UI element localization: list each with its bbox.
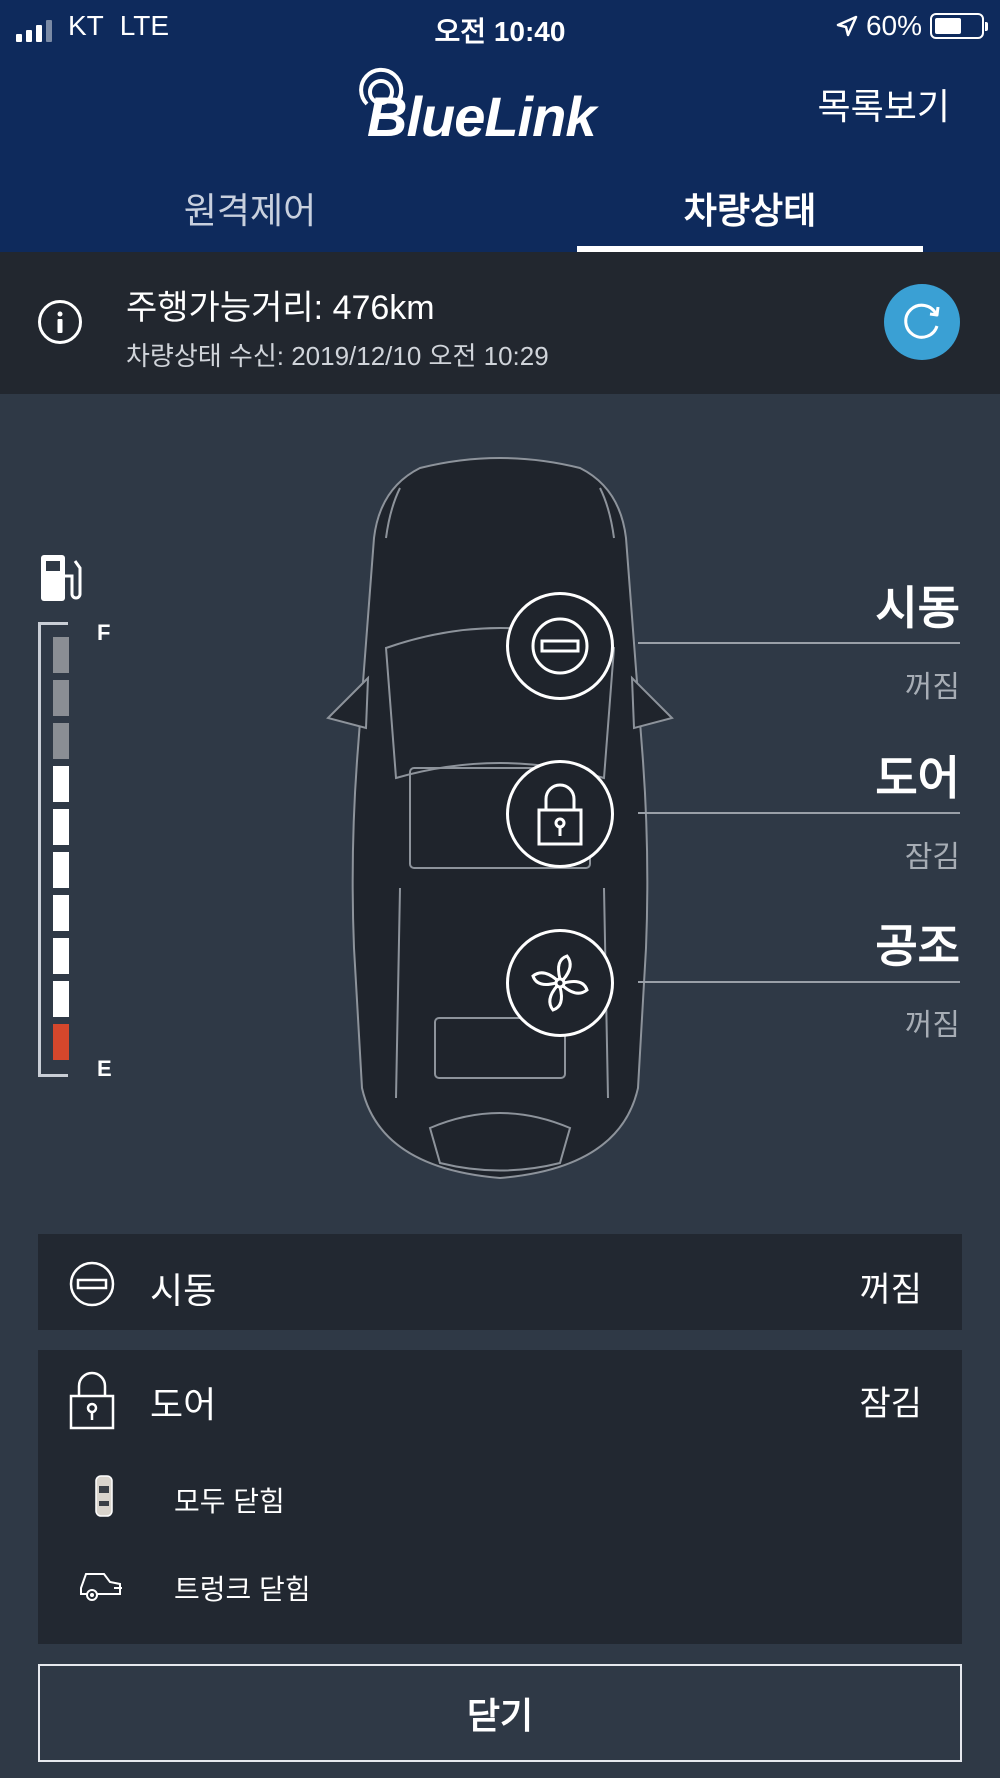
- door-card-value: 잠김: [859, 1385, 922, 1423]
- engine-card: 시동 꺼짐: [38, 1234, 962, 1330]
- close-button[interactable]: 닫기: [38, 1664, 962, 1762]
- climate-status-title: 공조: [875, 920, 960, 972]
- climate-callout-line: [638, 981, 960, 983]
- fuel-segment: [53, 895, 69, 931]
- app-header: KT LTE 오전 10:40 60% BlueLink 목록보기 원격제어 차…: [0, 0, 1000, 252]
- fuel-pump-icon: [41, 555, 82, 601]
- fuel-segment: [53, 852, 69, 888]
- driving-range: 주행가능거리: 476km: [126, 289, 435, 327]
- engine-status-title: 시동: [875, 582, 960, 634]
- car-top-icon: [95, 1475, 113, 1517]
- door-status-circle: [506, 760, 614, 868]
- fuel-segment: [53, 680, 69, 716]
- status-bar: KT LTE 오전 10:40 60%: [0, 0, 1000, 52]
- door-status-title: 도어: [875, 752, 960, 804]
- engine-status-value: 꺼짐: [904, 671, 960, 704]
- list-view-button[interactable]: 목록보기: [818, 78, 950, 130]
- fuel-segment: [53, 981, 69, 1017]
- fuel-segment: [53, 938, 69, 974]
- fuel-full-label: F: [97, 620, 111, 645]
- status-received-time: 차량상태 수신: 2019/12/10 오전 10:29: [126, 341, 549, 371]
- climate-status-value: 꺼짐: [904, 1009, 960, 1042]
- fuel-segment-low: [53, 1024, 69, 1060]
- tab-vehicle-status[interactable]: 차량상태: [500, 176, 1000, 252]
- refresh-button[interactable]: [884, 284, 960, 360]
- door-card-title: 도어: [150, 1384, 217, 1425]
- fan-icon: [531, 954, 589, 1012]
- engine-status-circle: [506, 592, 614, 700]
- bluelink-logo: BlueLink: [355, 66, 645, 148]
- trunk-icon: [80, 1573, 122, 1601]
- door-detail-trunk-closed: 트렁크 닫힘: [174, 1574, 311, 1605]
- lock-icon: [537, 783, 583, 846]
- refresh-icon: [904, 303, 940, 339]
- fuel-segment: [53, 766, 69, 802]
- tab-bar: 원격제어 차량상태: [0, 176, 1000, 252]
- car-top-view-illustration: [326, 457, 674, 1180]
- tab-remote-control[interactable]: 원격제어: [0, 176, 500, 252]
- fuel-segment: [53, 637, 69, 673]
- door-callout-line: [638, 812, 960, 814]
- lock-icon: [69, 1371, 115, 1430]
- fuel-segment: [53, 723, 69, 759]
- battery-percent: 60%: [865, 10, 922, 41]
- door-detail-all-closed: 모두 닫힘: [174, 1486, 285, 1517]
- fuel-gauge: [38, 622, 69, 1077]
- fuel-segment: [53, 809, 69, 845]
- climate-status-circle: [506, 929, 614, 1037]
- engine-callout-line: [638, 642, 960, 644]
- door-card: 도어 잠김 모두 닫힘 트렁크 닫힘: [38, 1350, 962, 1644]
- engine-card-title: 시동: [150, 1270, 217, 1311]
- info-icon[interactable]: [38, 300, 82, 344]
- door-status-value: 잠김: [904, 841, 960, 874]
- engine-off-icon: [531, 617, 589, 675]
- fuel-empty-label: E: [97, 1056, 112, 1081]
- location-arrow-icon: [836, 15, 858, 37]
- battery-icon: [930, 13, 988, 39]
- engine-off-icon: [69, 1261, 115, 1307]
- engine-card-value: 꺼짐: [859, 1271, 922, 1309]
